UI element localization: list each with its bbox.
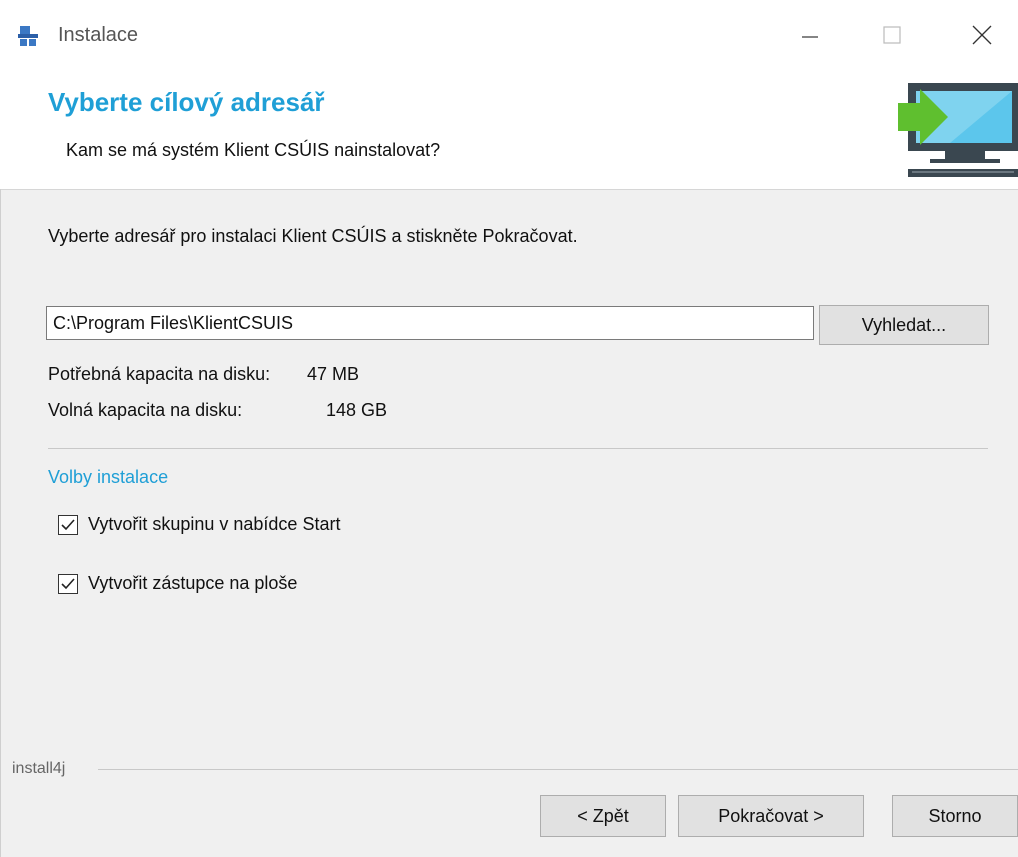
checkmark-icon — [59, 519, 77, 538]
separator — [48, 448, 988, 449]
checkmark-icon — [59, 578, 77, 597]
footer-separator — [98, 769, 1018, 770]
free-space-label: Volná kapacita na disku: — [48, 400, 243, 420]
maximize-icon — [882, 25, 902, 50]
minimize-button[interactable] — [778, 0, 842, 75]
free-space-value: 148 GB — [326, 400, 388, 420]
monitor-arrow-icon — [890, 77, 1018, 189]
required-space-value: 47 MB — [307, 364, 360, 384]
start-menu-checkbox[interactable] — [58, 515, 78, 535]
installer-window: Instalace Vyberte cílový adresář Kam se … — [0, 0, 1018, 857]
page-header: Vyberte cílový adresář Kam se má systém … — [0, 75, 1018, 190]
close-icon — [971, 24, 993, 51]
start-menu-label[interactable]: Vytvořit skupinu v nabídce Start — [88, 514, 340, 535]
desktop-shortcut-label[interactable]: Vytvořit zástupce na ploše — [88, 573, 297, 594]
required-space-label: Potřebná kapacita na disku: — [48, 364, 271, 384]
instructions-text: Vyberte adresář pro instalaci Klient CSÚ… — [48, 226, 578, 246]
minimize-icon — [800, 25, 820, 50]
brand-label: install4j — [12, 760, 66, 777]
page-title: Vyberte cílový adresář — [48, 87, 325, 117]
window-edge — [0, 189, 1, 857]
page-subtitle: Kam se má systém Klient CSÚIS nainstalov… — [66, 140, 441, 160]
installer-icon — [16, 24, 40, 48]
desktop-shortcut-checkbox[interactable] — [58, 574, 78, 594]
window-title: Instalace — [58, 24, 139, 46]
browse-button[interactable]: Vyhledat... — [819, 305, 989, 345]
install-options-heading: Volby instalace — [48, 467, 169, 487]
title-bar: Instalace — [0, 0, 1018, 75]
next-button[interactable]: Pokračovat > — [678, 795, 864, 837]
back-button[interactable]: < Zpět — [540, 795, 666, 837]
install-path-input[interactable] — [46, 306, 814, 340]
maximize-button[interactable] — [860, 0, 924, 75]
cancel-button[interactable]: Storno — [892, 795, 1018, 837]
close-button[interactable] — [950, 0, 1014, 75]
